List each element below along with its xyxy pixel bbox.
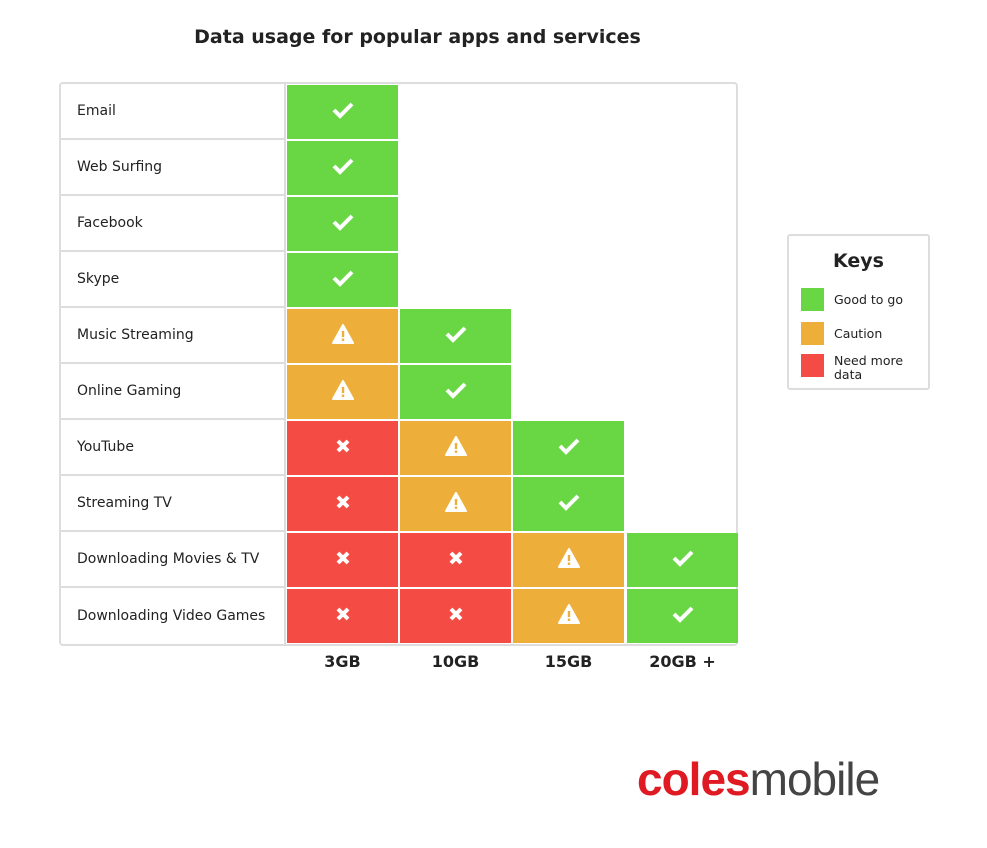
cell-more: [287, 477, 398, 531]
logo-part-mobile: mobile: [749, 753, 881, 805]
cell-caution: [287, 365, 398, 419]
x-icon: [335, 606, 351, 626]
x-icon: [335, 438, 351, 458]
column-label: 3GB: [324, 652, 361, 671]
warning-icon: [557, 604, 580, 628]
x-icon: [448, 550, 464, 570]
cell-good: [627, 589, 738, 643]
row-label: Online Gaming: [61, 364, 285, 420]
cell-good: [400, 365, 511, 419]
warning-icon: [331, 380, 354, 404]
cell-good: [513, 421, 624, 475]
column-label: 10GB: [431, 652, 480, 671]
row-label: Web Surfing: [61, 140, 285, 196]
cell-good: [627, 533, 738, 587]
check-icon: [332, 269, 354, 291]
check-icon: [332, 101, 354, 123]
legend-title: Keys: [833, 250, 884, 272]
warning-icon: [331, 324, 354, 348]
row-label: Music Streaming: [61, 308, 285, 364]
x-icon: [448, 606, 464, 626]
legend-swatch: [801, 322, 824, 345]
cell-good: [513, 477, 624, 531]
check-icon: [558, 493, 580, 515]
cell-caution: [513, 589, 624, 643]
logo-part-coles: coles: [637, 753, 751, 805]
row-label: Skype: [61, 252, 285, 308]
legend-item-good: Good to go: [801, 288, 903, 311]
check-icon: [445, 381, 467, 403]
cell-caution: [287, 309, 398, 363]
check-icon: [558, 437, 580, 459]
cell-more: [400, 533, 511, 587]
cell-caution: [400, 421, 511, 475]
row-label: Downloading Movies & TV: [61, 532, 285, 588]
cell-more: [287, 589, 398, 643]
legend: Keys Good to go Caution Need more data: [787, 234, 930, 390]
warning-icon: [444, 492, 467, 516]
check-icon: [332, 157, 354, 179]
cell-more: [287, 533, 398, 587]
legend-swatch: [801, 288, 824, 311]
check-icon: [332, 213, 354, 235]
column-label: 20GB +: [649, 652, 716, 671]
warning-icon: [444, 436, 467, 460]
colesmobile-logo: colesmobile: [637, 752, 881, 806]
cell-good: [287, 253, 398, 307]
cell-caution: [400, 477, 511, 531]
cell-more: [287, 421, 398, 475]
column-label: 15GB: [544, 652, 593, 671]
cell-good: [400, 309, 511, 363]
legend-label: Good to go: [834, 292, 903, 307]
legend-label: Caution: [834, 326, 883, 341]
x-icon: [335, 494, 351, 514]
check-icon: [672, 549, 694, 571]
cell-more: [400, 589, 511, 643]
row-label: YouTube: [61, 420, 285, 476]
cell-caution: [513, 533, 624, 587]
legend-item-caution: Caution: [801, 322, 882, 345]
cell-good: [287, 85, 398, 139]
chart-title: Data usage for popular apps and services: [194, 26, 641, 48]
row-label: Downloading Video Games: [77, 608, 266, 624]
row-label: Email: [61, 84, 285, 140]
legend-item-more: Need more data: [801, 354, 914, 382]
cell-good: [287, 197, 398, 251]
check-icon: [445, 325, 467, 347]
x-icon: [335, 550, 351, 570]
warning-icon: [557, 548, 580, 572]
row-label: Streaming TV: [61, 476, 285, 532]
legend-swatch: [801, 354, 824, 377]
cell-good: [287, 141, 398, 195]
check-icon: [672, 605, 694, 627]
legend-label: Need more data: [834, 353, 904, 382]
row-label: Facebook: [61, 196, 285, 252]
